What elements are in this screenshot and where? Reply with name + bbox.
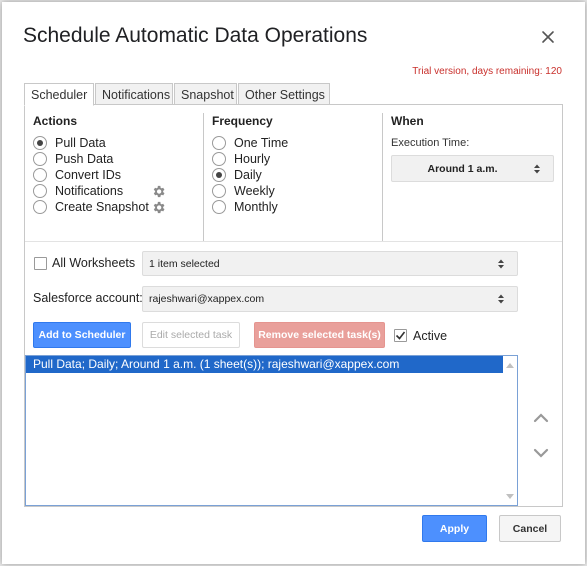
frequency-heading: Frequency bbox=[212, 114, 273, 128]
scroll-up-arrow-icon[interactable] bbox=[506, 362, 514, 368]
active-label: Active bbox=[413, 329, 448, 343]
active-checkbox[interactable] bbox=[394, 329, 407, 342]
checkmark-icon bbox=[395, 331, 406, 340]
scheduled-tasks-list[interactable]: Pull Data; Daily; Around 1 a.m. (1 sheet… bbox=[25, 355, 518, 506]
action-option-notifications[interactable]: Notifications bbox=[33, 183, 123, 199]
radio[interactable] bbox=[212, 152, 226, 166]
action-label: Push Data bbox=[55, 152, 114, 166]
actions-heading: Actions bbox=[33, 114, 78, 128]
select-arrows-icon bbox=[498, 294, 504, 304]
salesforce-account-value: rajeshwari@xappex.com bbox=[149, 293, 265, 305]
frequency-label: One Time bbox=[234, 136, 289, 150]
action-label: Create Snapshot bbox=[55, 200, 149, 214]
list-item[interactable]: Pull Data; Daily; Around 1 a.m. (1 sheet… bbox=[26, 356, 504, 373]
scroll-down-arrow-icon[interactable] bbox=[506, 494, 514, 500]
trial-notice: Trial version, days remaining: 120 bbox=[412, 66, 562, 77]
frequency-option-one-time[interactable]: One Time bbox=[212, 135, 288, 151]
action-option-pull-data[interactable]: Pull Data bbox=[33, 135, 106, 151]
apply-button[interactable]: Apply bbox=[422, 515, 487, 542]
move-down-chevron-icon[interactable] bbox=[533, 445, 549, 458]
schedule-dialog: Schedule Automatic Data Operations Trial… bbox=[2, 2, 585, 564]
radio[interactable] bbox=[33, 200, 47, 214]
frequency-option-weekly[interactable]: Weekly bbox=[212, 183, 275, 199]
add-to-scheduler-button[interactable]: Add to Scheduler bbox=[33, 322, 131, 348]
all-worksheets-checkbox[interactable] bbox=[34, 257, 47, 270]
action-label: Pull Data bbox=[55, 136, 106, 150]
execution-time-value: Around 1 a.m. bbox=[427, 162, 498, 175]
frequency-option-monthly[interactable]: Monthly bbox=[212, 199, 278, 215]
tab-other-settings[interactable]: Other Settings bbox=[238, 83, 330, 105]
frequency-option-daily[interactable]: Daily bbox=[212, 167, 262, 183]
column-divider bbox=[382, 113, 383, 241]
worksheets-select-value: 1 item selected bbox=[149, 257, 220, 270]
notifications-gear-icon[interactable] bbox=[151, 184, 166, 199]
frequency-label: Weekly bbox=[234, 184, 275, 198]
list-scrollbar[interactable] bbox=[503, 356, 517, 505]
action-option-convert-ids[interactable]: Convert IDs bbox=[33, 167, 121, 183]
frequency-label: Hourly bbox=[234, 152, 271, 166]
action-option-create-snapshot[interactable]: Create Snapshot bbox=[33, 199, 149, 215]
all-worksheets-label: All Worksheets bbox=[52, 256, 136, 270]
radio[interactable] bbox=[212, 200, 226, 214]
radio[interactable] bbox=[33, 168, 47, 182]
select-arrows-icon bbox=[498, 259, 504, 268]
salesforce-account-label: Salesforce account: bbox=[33, 291, 143, 305]
dialog-title: Schedule Automatic Data Operations bbox=[23, 24, 368, 47]
radio-selected[interactable] bbox=[33, 136, 47, 150]
remove-selected-tasks-button[interactable]: Remove selected task(s) bbox=[254, 322, 385, 348]
when-heading: When bbox=[391, 114, 424, 128]
edit-selected-task-button[interactable]: Edit selected task bbox=[142, 322, 240, 348]
radio[interactable] bbox=[212, 136, 226, 150]
tab-scheduler[interactable]: Scheduler bbox=[24, 83, 94, 106]
execution-time-label: Execution Time: bbox=[391, 137, 470, 149]
execution-time-select[interactable]: Around 1 a.m. bbox=[391, 155, 554, 182]
action-option-push-data[interactable]: Push Data bbox=[33, 151, 113, 167]
radio[interactable] bbox=[212, 184, 226, 198]
section-divider bbox=[25, 241, 562, 242]
snapshot-gear-icon[interactable] bbox=[151, 200, 166, 215]
frequency-label: Monthly bbox=[234, 200, 278, 214]
action-label: Notifications bbox=[55, 184, 124, 198]
select-arrows-icon bbox=[534, 164, 540, 173]
cancel-button[interactable]: Cancel bbox=[499, 515, 561, 542]
frequency-label: Daily bbox=[234, 168, 262, 182]
frequency-option-hourly[interactable]: Hourly bbox=[212, 151, 270, 167]
column-divider bbox=[203, 113, 204, 241]
salesforce-account-select[interactable]: rajeshwari@xappex.com bbox=[142, 286, 518, 312]
tab-snapshot[interactable]: Snapshot bbox=[174, 83, 237, 105]
tab-notifications[interactable]: Notifications bbox=[95, 83, 173, 105]
action-label: Convert IDs bbox=[55, 168, 121, 182]
radio[interactable] bbox=[33, 152, 47, 166]
move-up-chevron-icon[interactable] bbox=[533, 410, 549, 423]
worksheets-select[interactable]: 1 item selected bbox=[142, 251, 518, 276]
radio[interactable] bbox=[33, 184, 47, 198]
radio-selected[interactable] bbox=[212, 168, 226, 182]
close-icon[interactable] bbox=[538, 27, 558, 47]
